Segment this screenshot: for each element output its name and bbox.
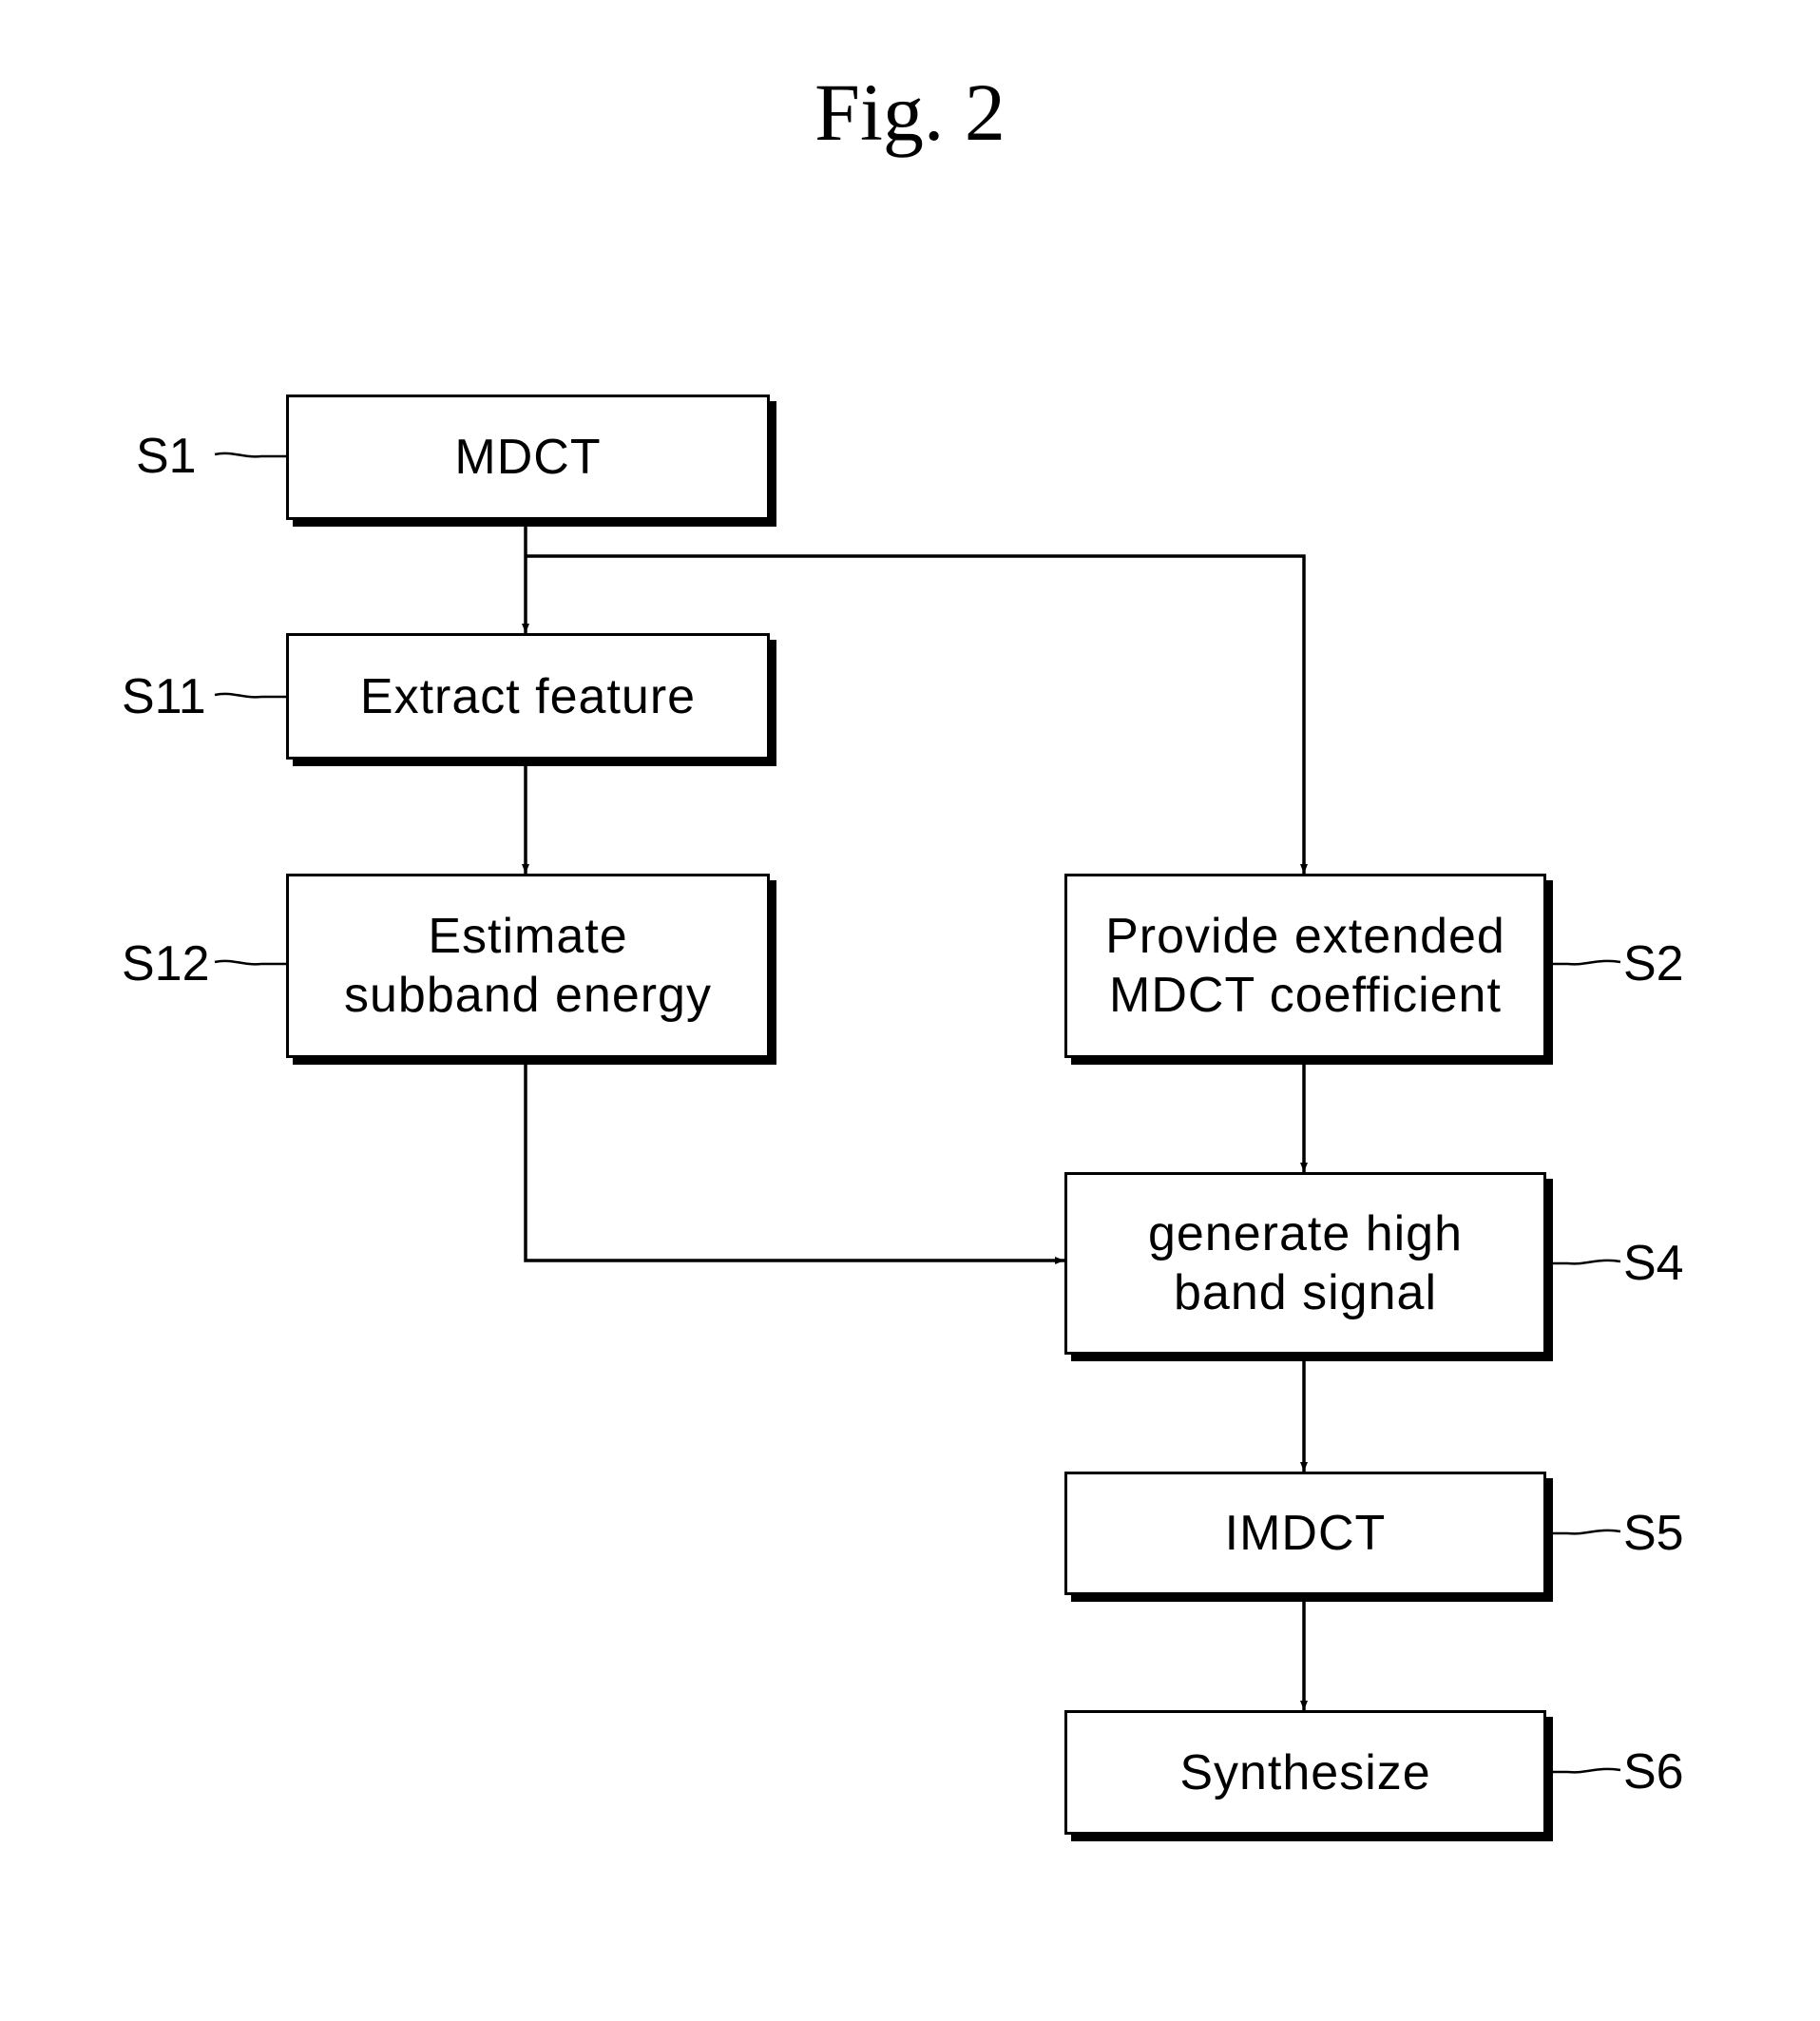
step-text: IMDCT: [1224, 1506, 1387, 1561]
step-box-synthesize: Synthesize: [1064, 1710, 1546, 1835]
leader-s4: [1546, 1259, 1621, 1265]
step-text: MDCT: [454, 430, 602, 485]
step-text-line2: subband energy: [344, 968, 712, 1023]
step-box-estimate-subband-energy: Estimate subband energy: [286, 874, 770, 1058]
step-id-s12: S12: [122, 936, 210, 991]
step-text-line1: generate high: [1147, 1206, 1464, 1261]
leader-s5: [1546, 1529, 1621, 1535]
connectors: [214, 452, 1621, 1774]
step-box-extract-feature: Extract feature: [286, 633, 770, 760]
step-id-s1: S1: [136, 429, 197, 484]
step-id-s5: S5: [1623, 1506, 1684, 1561]
step-text-line2: MDCT coefficient: [1109, 968, 1502, 1023]
step-id-s11: S11: [122, 669, 206, 724]
step-text-line2: band signal: [1174, 1265, 1437, 1320]
leader-s11: [214, 692, 286, 699]
step-text-line1: Provide extended: [1105, 909, 1505, 964]
step-text: Synthesize: [1179, 1744, 1431, 1800]
step-box-mdct: MDCT: [286, 395, 770, 520]
leader-s6: [1546, 1767, 1621, 1774]
step-text-line1: Estimate: [428, 909, 628, 964]
leader-s12: [214, 959, 286, 966]
step-id-s2: S2: [1623, 936, 1684, 991]
step-text: Extract feature: [359, 668, 697, 724]
edge-s12-s4: [524, 1061, 1064, 1264]
step-box-imdct: IMDCT: [1064, 1472, 1546, 1595]
step-box-provide-extended-mdct: Provide extended MDCT coefficient: [1064, 874, 1546, 1058]
step-box-generate-high-band: generate high band signal: [1064, 1172, 1546, 1355]
step-id-s4: S4: [1623, 1236, 1684, 1291]
step-id-s6: S6: [1623, 1744, 1684, 1800]
leader-s1: [214, 452, 286, 458]
leader-s2: [1546, 959, 1621, 966]
